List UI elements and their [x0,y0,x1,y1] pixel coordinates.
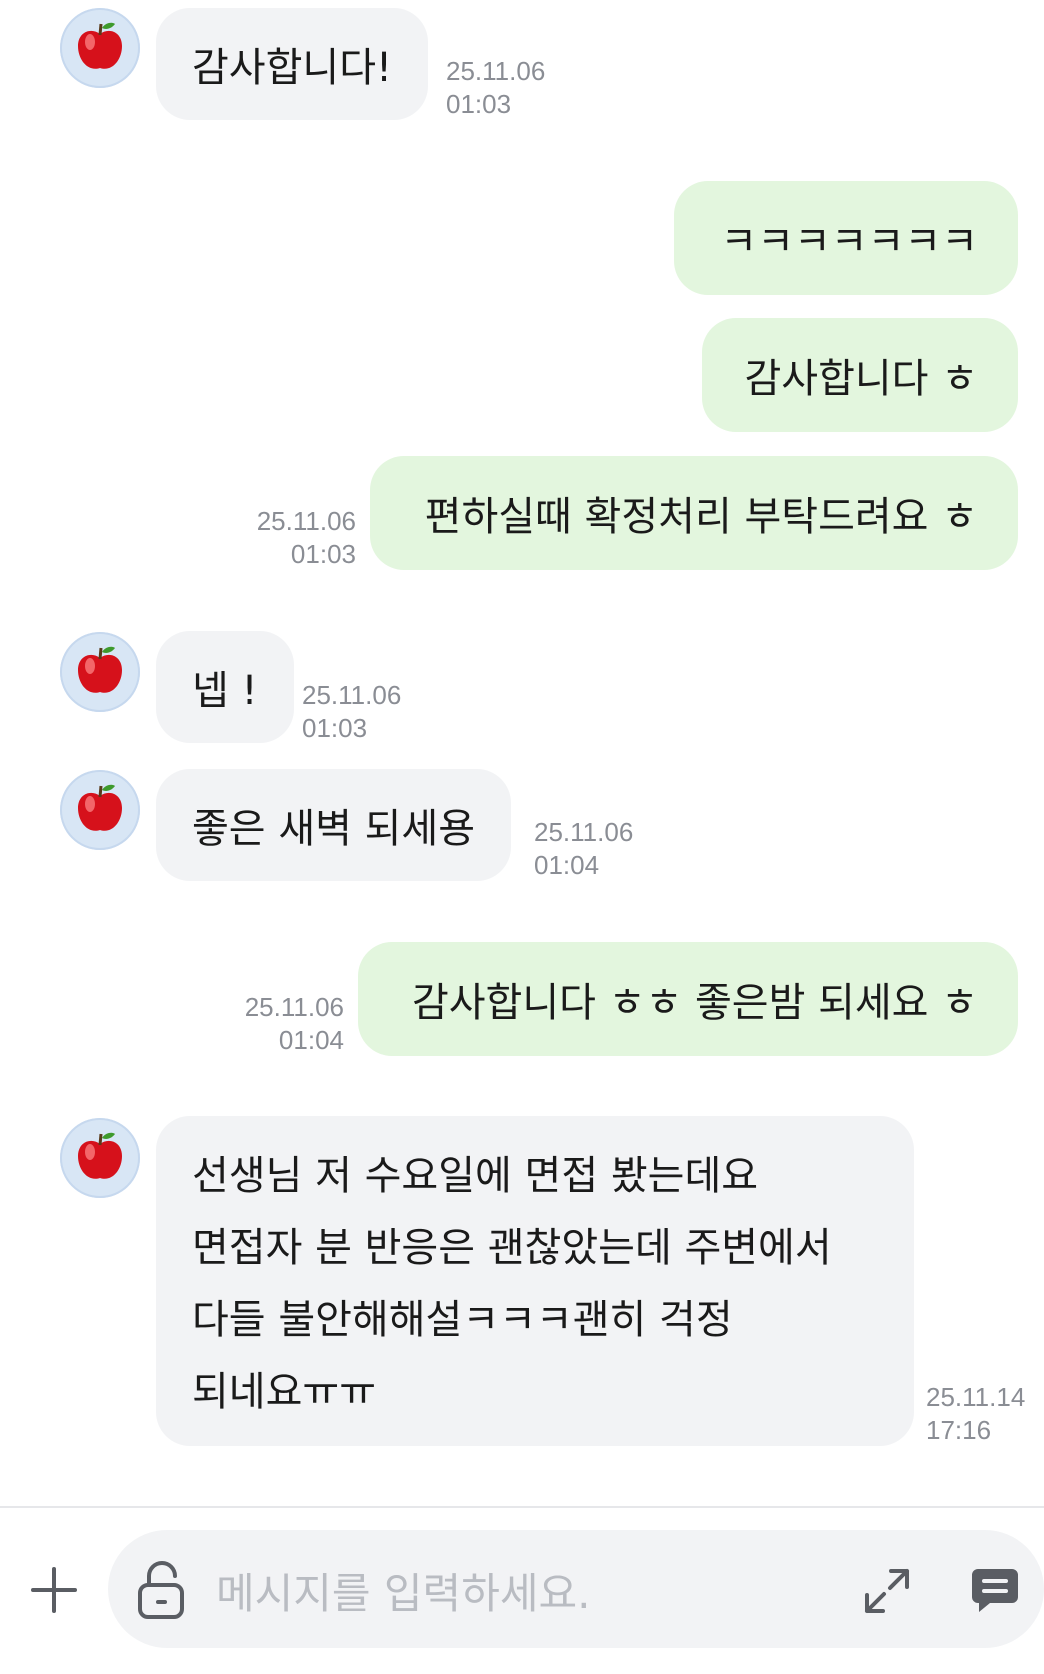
avatar[interactable] [60,770,140,850]
message-bubble[interactable]: 감사합니다 ㅎ [702,318,1018,432]
apple-icon [78,1132,122,1179]
message-line: 되네요ㅠㅠ [192,1369,376,1415]
avatar[interactable] [60,8,140,88]
input-divider [0,1506,1044,1508]
unlock-icon[interactable] [134,1560,190,1620]
message-bubble[interactable]: 좋은 새벽 되세용 [156,769,512,881]
message-timestamp: 25.11.06 01:03 [302,680,402,743]
message-line: 선생님 저 수요일에 면접 봤는데요 [192,1153,759,1199]
message-line: 다들 불안해해설ㅋㅋㅋ괜히 걱정 [192,1297,733,1343]
message-text: 넵 ! [192,668,258,714]
message-input-placeholder: 메시지를 입력하세요. [216,1569,591,1618]
message-text: 감사합니다! [192,45,393,91]
message-bubble[interactable]: ㅋㅋㅋㅋㅋㅋㅋ [674,181,1018,295]
message-send-icon[interactable] [970,1566,1020,1616]
message-timestamp: 25.11.14 17:16 [926,1382,1026,1445]
message-timestamp: 25.11.06 01:03 [446,56,546,119]
apple-icon [78,784,122,831]
avatar[interactable] [60,1118,140,1198]
message-bubble[interactable]: 선생님 저 수요일에 면접 봤는데요 면접자 분 반응은 괜찮았는데 주변에서 … [156,1116,914,1446]
message-line: 면접자 분 반응은 괜찮았는데 주변에서 [192,1225,832,1271]
message-text: 감사합니다 ㅎ [744,356,978,402]
message-bubble[interactable]: 넵 ! [156,631,294,743]
avatar[interactable] [60,632,140,712]
apple-icon [78,22,122,69]
message-text: 편하실때 확정처리 부탁드려요 ㅎ [424,494,978,540]
message-bubble[interactable]: 감사합니다! [156,8,429,120]
message-text: 좋은 새벽 되세용 [192,806,476,852]
message-timestamp: 25.11.06 01:04 [534,817,634,880]
message-text: 감사합니다 ㅎㅎ 좋은밤 되세요 ㅎ [411,980,978,1026]
apple-icon [78,646,122,693]
message-bubble[interactable]: 편하실때 확정처리 부탁드려요 ㅎ [370,456,1018,570]
expand-icon[interactable] [862,1566,912,1616]
message-timestamp: 25.11.06 01:03 [256,506,356,569]
message-timestamp: 25.11.06 01:04 [244,992,344,1055]
message-text: ㅋㅋㅋㅋㅋㅋㅋ [720,219,978,265]
plus-icon[interactable] [26,1562,82,1618]
message-bubble[interactable]: 감사합니다 ㅎㅎ 좋은밤 되세요 ㅎ [358,942,1018,1056]
